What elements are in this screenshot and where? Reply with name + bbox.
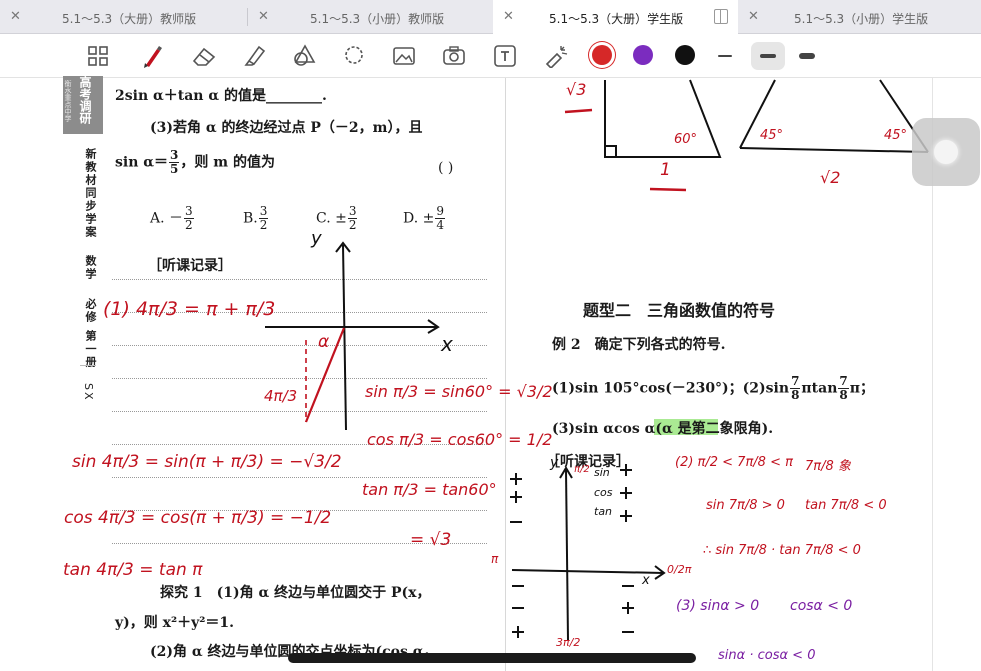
- sign-marks-drawing: [510, 464, 634, 638]
- home-indicator[interactable]: [288, 653, 696, 663]
- assistive-touch-button[interactable]: [912, 118, 980, 186]
